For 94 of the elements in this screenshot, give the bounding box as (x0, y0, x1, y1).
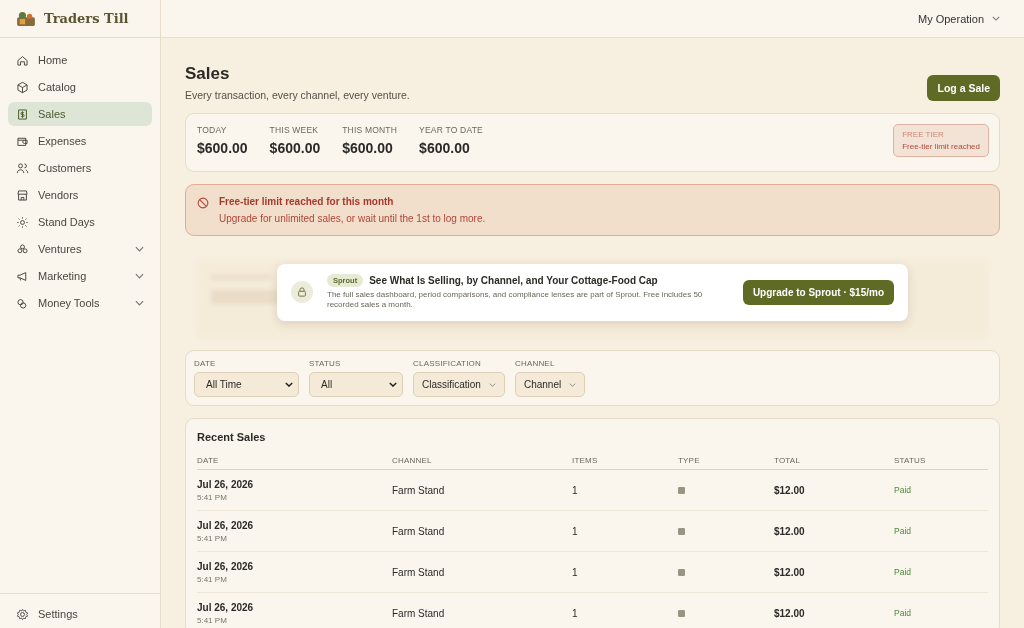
table-cell-text: $12.00 (774, 607, 806, 619)
column-header: DATE (197, 456, 220, 465)
sidebar-item[interactable]: Money Tools (8, 291, 152, 315)
sidebar-item[interactable]: Expenses (8, 129, 152, 153)
nav-icon (16, 161, 29, 175)
nav-icon (16, 53, 29, 67)
page-title: Sales (185, 64, 231, 84)
nav-icon (16, 107, 29, 121)
stat-label: YEAR TO DATE (419, 125, 483, 135)
type-icon (678, 527, 685, 535)
column-header: STATUS (894, 456, 927, 465)
page-subtitle: Every transaction, every channel, every venture. (185, 89, 410, 101)
alert-text: Upgrade for unlimited sales, or wait until the 1st to log more. (219, 213, 486, 224)
sidebar-item[interactable]: Sales (8, 102, 152, 126)
type-icon (678, 568, 685, 576)
stat-label: TODAY (197, 125, 228, 135)
table-cell-text: $12.00 (774, 525, 806, 537)
table-title: Recent Sales (197, 431, 267, 443)
sidebar-item[interactable]: Stand Days (8, 210, 152, 234)
sale-time: 5:41 PM (197, 574, 228, 584)
upsell-text: The full sales dashboard, period comparisons, and compliance lenses are part of Sprout. Free includes 50 recorded sales a month. (327, 290, 704, 311)
filter-label: CLASSIFICATION (413, 359, 482, 368)
column-header: TYPE (678, 456, 701, 465)
sidebar-item[interactable]: Catalog (8, 75, 152, 99)
sidebar-item[interactable]: Marketing (8, 264, 152, 288)
tier-badge: FREE TIER Free-tier limit reached (893, 124, 989, 157)
table-cell-text: Farm Stand (392, 607, 446, 619)
lock-icon (291, 281, 313, 304)
column-header: CHANNEL (392, 456, 433, 465)
account-menu[interactable]: My Operation (911, 11, 1006, 26)
table-cell-text: Farm Stand (392, 525, 446, 537)
table-cell-text: 1 (572, 566, 579, 578)
stat-label: THIS MONTH (342, 125, 398, 135)
stat-label: THIS WEEK (269, 125, 320, 135)
sale-date: Jul 26, 2026 (197, 478, 255, 490)
table-cell-text: Farm Stand (392, 566, 446, 578)
settings-link[interactable]: Settings (8, 602, 152, 626)
filter-dropdown[interactable]: Channel (514, 372, 586, 397)
filter-dropdown[interactable]: All (309, 372, 403, 397)
type-icon (678, 486, 685, 494)
sale-time: 5:41 PM (197, 615, 228, 625)
nav-icon (16, 188, 29, 202)
sale-date: Jul 26, 2026 (197, 519, 255, 531)
type-icon (678, 609, 685, 617)
nav-icon (16, 296, 29, 310)
table-cell-text: 1 (572, 484, 579, 496)
filter-dropdown[interactable]: All Time (194, 372, 299, 397)
chevron-icon (488, 382, 496, 387)
column-header: TOTAL (774, 456, 802, 465)
chevron-icon (135, 273, 144, 279)
sale-time: 5:41 PM (197, 533, 228, 543)
table-cell-text: 1 (572, 525, 579, 537)
stat-value: $600.00 (342, 140, 394, 156)
table-cell-text: $12.00 (774, 484, 806, 496)
sidebar-item[interactable]: Vendors (8, 183, 152, 207)
status-label: Paid (894, 608, 912, 618)
brand-name: Traders Till (44, 11, 129, 26)
settings-icon (16, 607, 29, 621)
filter-dropdown[interactable]: Classification (413, 372, 505, 397)
nav-icon (16, 215, 29, 229)
logo-icon (16, 10, 36, 27)
nav-icon (16, 242, 29, 256)
status-label: Paid (894, 567, 912, 577)
sidebar-item[interactable]: Ventures (8, 237, 152, 261)
chevron-icon (992, 16, 1000, 21)
upsell-title: See What Is Selling, by Channel, and Your Cottage-Food Cap (369, 275, 658, 286)
table-cell-text: $12.00 (774, 566, 806, 578)
chevron-icon (569, 382, 577, 387)
nav-icon (16, 269, 29, 283)
chevron-icon (389, 382, 397, 387)
status-label: Paid (894, 526, 912, 536)
upgrade-button[interactable]: Upgrade to Sprout · $15/mo (742, 279, 894, 305)
table-cell-text: Farm Stand (392, 484, 446, 496)
sidebar-item[interactable]: Home (8, 48, 152, 72)
filter-label: DATE (194, 359, 217, 368)
table-cell-text: 1 (572, 607, 579, 619)
blocked-icon (197, 197, 209, 209)
stat-value: $600.00 (269, 140, 321, 156)
stat-value: $600.00 (197, 140, 248, 156)
sidebar-item[interactable]: Customers (8, 156, 152, 180)
sale-date: Jul 26, 2026 (197, 560, 255, 572)
chevron-icon (135, 246, 144, 252)
filter-label: CHANNEL (514, 359, 556, 368)
nav-icon (16, 80, 29, 94)
sale-date: Jul 26, 2026 (197, 601, 255, 613)
column-header: ITEMS (572, 456, 599, 465)
chevron-icon (285, 382, 293, 387)
chevron-icon (135, 300, 144, 306)
log-sale-button[interactable]: Log a Sale (927, 75, 1000, 101)
stat-value: $600.00 (419, 140, 471, 156)
sale-time: 5:41 PM (197, 492, 228, 502)
alert-title: Free-tier limit reached for this month (219, 196, 395, 207)
status-label: Paid (894, 485, 912, 495)
filter-label: STATUS (309, 359, 342, 368)
